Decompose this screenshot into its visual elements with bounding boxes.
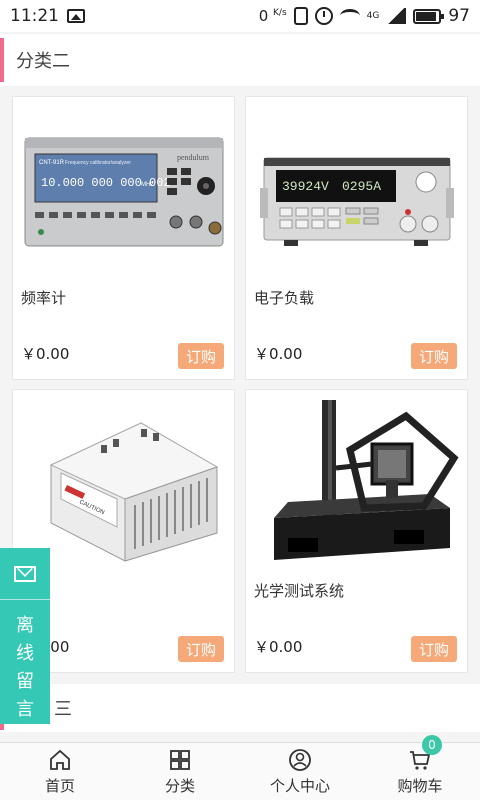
nav-category[interactable]: 分类 — [120, 743, 240, 800]
vibrate-icon — [293, 7, 308, 25]
product-name[interactable]: 频率计 — [21, 287, 66, 308]
model-text: CNT-91R — [39, 160, 65, 166]
product-image-frequency-counter[interactable]: CNT-91R Frequency calibrator/analyzer 10… — [19, 105, 229, 275]
nav-home-label: 首页 — [44, 776, 75, 795]
wifi-icon — [339, 9, 360, 23]
nav-cart[interactable]: 0 购物车 — [360, 735, 480, 800]
network-speed: 0 K/s — [258, 7, 287, 25]
nav-profile-label: 个人中心 — [269, 776, 330, 795]
product-price: ￥0.00 — [21, 345, 70, 363]
bottom-nav: 首页 分类 个人中心 0 购物车 — [0, 735, 480, 800]
order-button[interactable]: 订购 — [178, 636, 224, 662]
offline-message-button[interactable]: 离 线 留 言 — [0, 548, 50, 724]
product-card-electronic-load[interactable]: 39924V 0295A 电子负载 ￥0.00 订购 — [245, 96, 468, 380]
battery-level: 97 — [448, 6, 470, 26]
network-type: 4G — [366, 11, 380, 21]
product-image-optical-test-system[interactable] — [252, 398, 462, 568]
order-button[interactable]: 订购 — [411, 343, 457, 369]
battery-icon — [413, 8, 445, 24]
product-card-optical-test-system[interactable]: 光学测试系统 ￥0.00 订购 — [245, 389, 468, 673]
product-price: ￥0.00 — [254, 638, 303, 656]
display-unit: MHz — [141, 182, 153, 188]
nav-category-label: 分类 — [164, 776, 195, 795]
offline-message-label: 离 线 留 言 — [16, 615, 34, 720]
product-name[interactable]: 电子负载 — [254, 287, 314, 308]
category-header-2[interactable]: 三 — [0, 684, 480, 732]
category-title: 分类二 — [16, 51, 70, 72]
mail-icon-wrap — [0, 548, 50, 600]
signal-icon — [386, 8, 407, 24]
display-current: 0295A — [342, 179, 381, 194]
display-voltage: 39924V — [282, 179, 329, 194]
category-header[interactable]: 分类二 — [0, 34, 480, 86]
image-notification-icon — [67, 9, 85, 23]
nav-home[interactable]: 首页 — [0, 743, 120, 800]
status-right: 0 K/s 4G 97 — [259, 6, 470, 26]
category-title-2: 三 — [54, 699, 72, 720]
order-button[interactable]: 订购 — [178, 343, 224, 369]
order-button[interactable]: 订购 — [411, 636, 457, 662]
cart-badge: 0 — [422, 735, 442, 755]
product-image-power-supply[interactable]: CAUTION — [19, 398, 229, 568]
nav-profile[interactable]: 个人中心 — [240, 743, 360, 800]
user-icon — [289, 748, 311, 771]
product-card-frequency-counter[interactable]: CNT-91R Frequency calibrator/analyzer 10… — [12, 96, 235, 380]
mail-icon — [14, 565, 36, 582]
product-image-electronic-load[interactable]: 39924V 0295A — [252, 105, 462, 275]
alarm-icon — [314, 7, 333, 25]
status-bar: 11:21 0 K/s 4G 97 — [0, 0, 480, 32]
product-name[interactable]: 光学测试系统 — [254, 580, 344, 601]
category-accent-bar — [0, 38, 4, 82]
status-time: 11:21 — [10, 6, 59, 26]
grid-icon — [170, 749, 190, 770]
product-price: ￥0.00 — [254, 345, 303, 363]
brand-text: pendulum — [177, 153, 210, 162]
home-icon — [50, 749, 70, 770]
device-subtitle: Frequency calibrator/analyzer — [65, 160, 131, 166]
nav-cart-label: 购物车 — [397, 776, 443, 795]
